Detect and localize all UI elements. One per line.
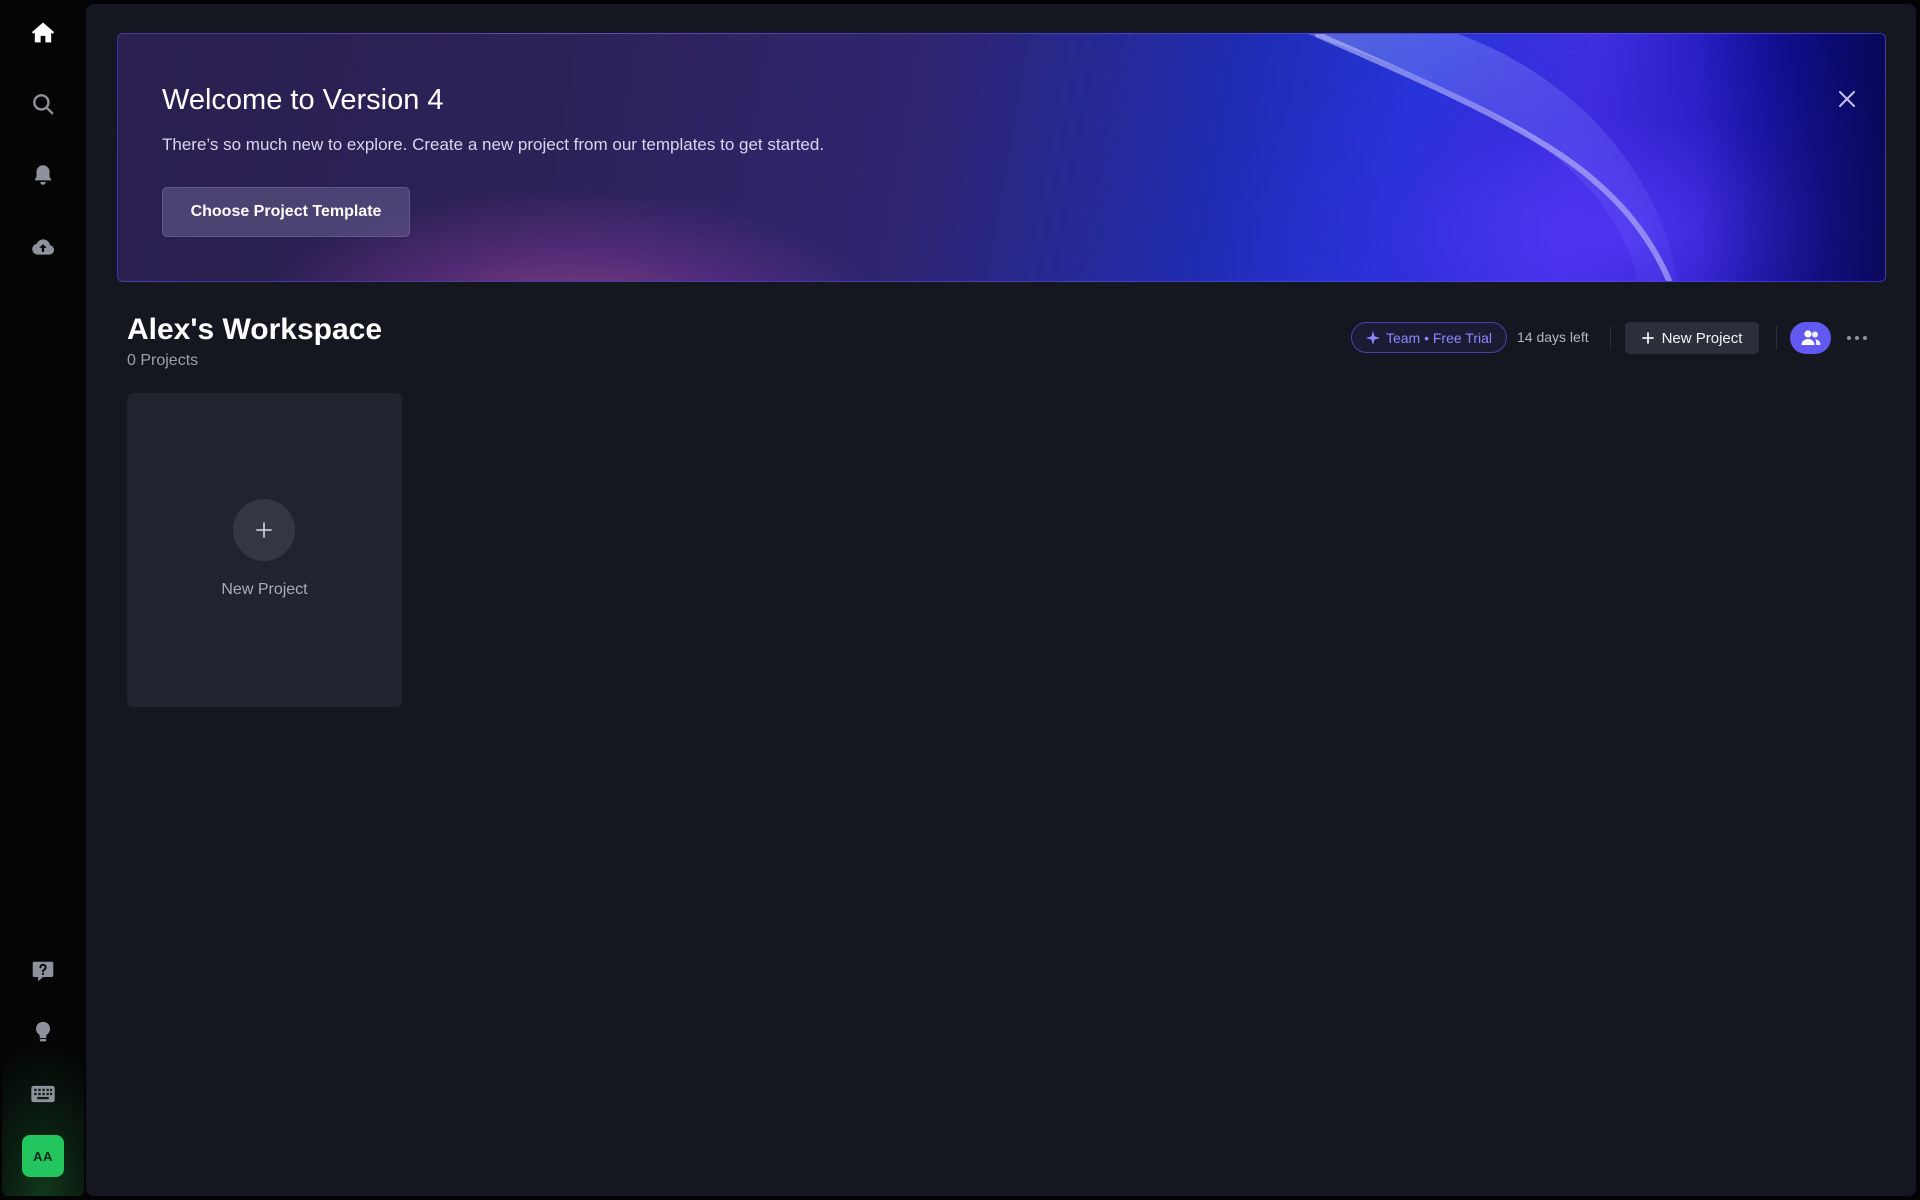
home-icon[interactable] <box>22 12 64 54</box>
banner-decoration <box>1308 34 1885 281</box>
banner-title: Welcome to Version 4 <box>162 84 444 116</box>
sidebar-rail: AA <box>0 0 86 1200</box>
header-divider <box>1610 326 1611 350</box>
new-project-button[interactable]: New Project <box>1625 322 1759 354</box>
plus-icon <box>1641 332 1654 344</box>
close-icon[interactable] <box>1827 79 1867 119</box>
bell-icon[interactable] <box>22 154 64 196</box>
header-divider <box>1776 326 1777 350</box>
cloud-upload-icon[interactable] <box>22 226 64 268</box>
main-panel: Welcome to Version 4 There’s so much new… <box>86 4 1916 1196</box>
user-avatar[interactable]: AA <box>22 1135 64 1177</box>
plan-badge-label: Team • Free Trial <box>1385 329 1493 346</box>
plus-icon <box>233 499 295 561</box>
app-window: AA Welcome to Version 4 There’s so much … <box>0 0 1920 1200</box>
workspace-title: Alex's Workspace <box>127 313 383 346</box>
trial-days-left: 14 days left <box>1517 329 1589 345</box>
search-icon[interactable] <box>22 83 64 125</box>
new-project-card[interactable]: New Project <box>127 393 402 707</box>
users-icon[interactable] <box>1790 322 1831 354</box>
new-project-card-label: New Project <box>221 581 308 598</box>
project-count: 0 Projects <box>127 352 199 369</box>
choose-template-button[interactable]: Choose Project Template <box>162 187 410 237</box>
help-icon[interactable] <box>22 950 64 992</box>
lightbulb-icon[interactable] <box>22 1011 64 1053</box>
banner-subtitle: There’s so much new to explore. Create a… <box>162 135 825 154</box>
more-horizontal-icon[interactable] <box>1842 322 1872 354</box>
new-project-button-label: New Project <box>1661 329 1743 347</box>
sparkle-icon <box>1365 330 1380 345</box>
plan-badge[interactable]: Team • Free Trial <box>1351 322 1507 353</box>
keyboard-icon[interactable] <box>22 1073 64 1115</box>
welcome-banner: Welcome to Version 4 There’s so much new… <box>117 33 1886 282</box>
